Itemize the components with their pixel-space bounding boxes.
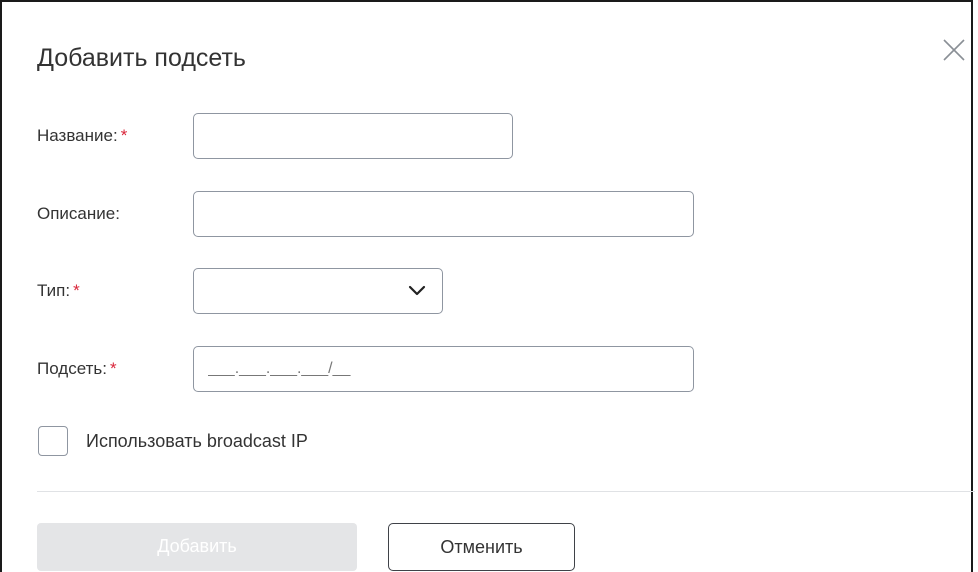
required-mark: * (73, 281, 80, 300)
broadcast-checkbox[interactable] (38, 426, 68, 456)
name-label-text: Название: (37, 126, 118, 145)
name-input[interactable] (193, 113, 513, 159)
subnet-label-text: Подсеть: (37, 359, 107, 378)
type-label: Тип: * (37, 281, 80, 301)
broadcast-checkbox-label[interactable]: Использовать broadcast IP (86, 430, 308, 452)
chevron-down-icon (406, 283, 428, 299)
subnet-input[interactable] (193, 346, 694, 392)
description-label: Описание: (37, 204, 120, 224)
description-input[interactable] (193, 191, 694, 237)
cancel-button[interactable]: Отменить (388, 523, 575, 571)
add-button[interactable]: Добавить (37, 523, 357, 571)
name-label: Название: * (37, 126, 127, 146)
dialog-title: Добавить подсеть (37, 44, 246, 72)
close-icon[interactable] (942, 38, 966, 62)
add-subnet-dialog: Добавить подсеть Название: * Описание: Ти… (0, 0, 975, 572)
type-label-text: Тип: (37, 281, 71, 300)
required-mark: * (109, 359, 117, 378)
subnet-label: Подсеть: * (37, 359, 117, 379)
footer-divider (37, 491, 975, 492)
required-mark: * (120, 126, 128, 145)
description-label-text: Описание: (37, 204, 120, 223)
type-select[interactable] (193, 268, 443, 314)
